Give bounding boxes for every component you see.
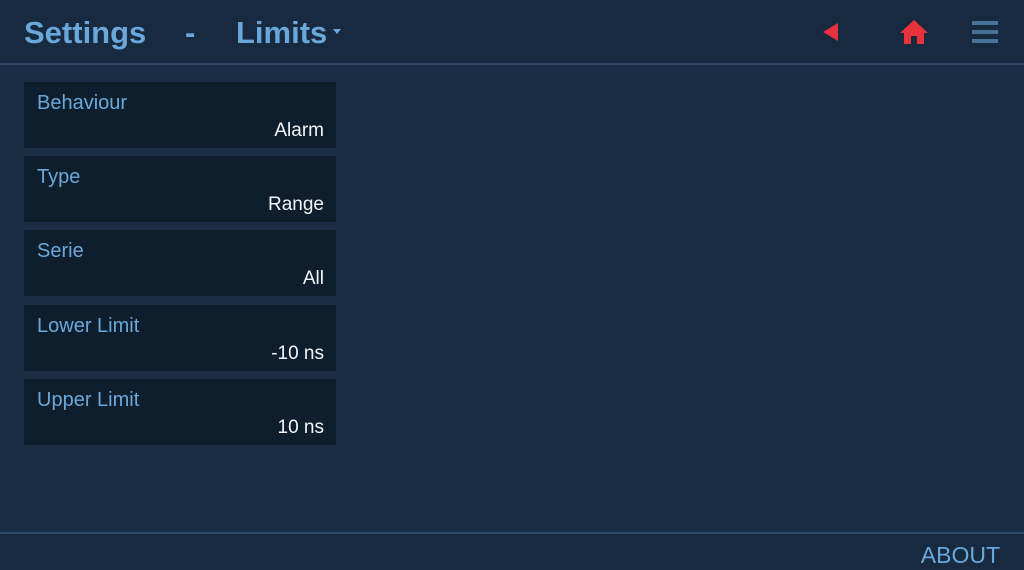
setting-lower-limit[interactable]: Lower Limit -10 ns	[24, 305, 336, 371]
setting-label: Upper Limit	[37, 389, 140, 411]
menu-button[interactable]	[967, 14, 1003, 50]
setting-upper-limit[interactable]: Upper Limit 10 ns	[24, 379, 336, 445]
page-selector-dropdown[interactable]: Limits	[236, 14, 342, 52]
hamburger-menu-icon	[972, 21, 998, 43]
setting-value: Alarm	[274, 120, 324, 141]
setting-behaviour[interactable]: Behaviour Alarm	[24, 82, 336, 148]
back-triangle-icon	[823, 23, 838, 41]
setting-label: Lower Limit	[37, 315, 140, 337]
about-link[interactable]: ABOUT	[921, 541, 1000, 569]
home-icon	[900, 20, 928, 44]
setting-value: All	[302, 268, 324, 289]
setting-label: Behaviour	[37, 92, 128, 114]
title-separator: -	[185, 15, 196, 50]
home-button[interactable]	[896, 14, 932, 50]
setting-value: -10 ns	[271, 343, 324, 364]
footer-bar: ABOUT	[0, 532, 1024, 570]
chevron-down-icon	[333, 29, 342, 35]
setting-label: Type	[37, 166, 81, 188]
setting-serie[interactable]: Serie All	[24, 230, 336, 296]
setting-type[interactable]: Type Range	[24, 156, 336, 222]
page-selector-label: Limits	[236, 15, 328, 50]
app-window: Settings - Limits Behaviour Alarm Type R…	[0, 0, 1024, 570]
page-title: Settings	[24, 15, 147, 50]
header-bar: Settings - Limits	[0, 0, 1024, 65]
setting-value: 10 ns	[277, 417, 324, 438]
back-button[interactable]	[812, 14, 848, 50]
setting-label: Serie	[37, 240, 84, 262]
setting-value: Range	[268, 194, 324, 215]
